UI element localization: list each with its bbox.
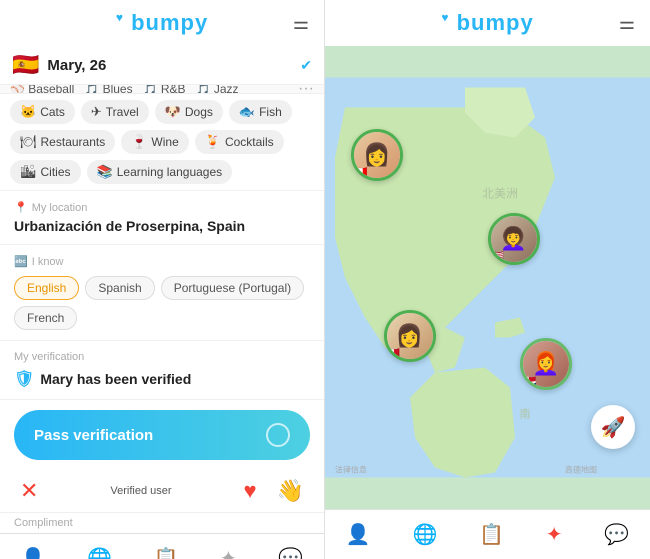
profile-flag: 🇪🇸	[12, 52, 39, 78]
left-header: ♥ bumpy ⚌	[0, 0, 324, 46]
left-logo: ♥ bumpy	[116, 10, 208, 36]
filter-icon[interactable]: ⚌	[293, 13, 309, 34]
map-bubble-dr[interactable]: 👩‍🦰 🇩🇴 💛	[520, 338, 572, 390]
lang-english[interactable]: English	[14, 276, 79, 300]
verification-text: 🛡 Mary has been verified	[14, 369, 310, 389]
compliment-label: Compliment	[0, 513, 324, 533]
verified-check-icon: ✔	[300, 57, 312, 74]
interests-bar: ⚾ Baseball 🎵 Blues 🎵 R&B 🎵 Jazz ···	[0, 85, 324, 94]
svg-text:北美洲: 北美洲	[482, 187, 518, 201]
dislike-button[interactable]: ✕	[20, 478, 38, 504]
map-nav-profile[interactable]: 👤	[336, 518, 381, 551]
verification-section: My verification 🛡 Mary has been verified	[0, 341, 324, 400]
languages-icon: 🔤	[14, 255, 28, 268]
logo-heart: ♥	[116, 11, 124, 25]
svg-text:法律信息: 法律信息	[335, 465, 367, 475]
interest-baseball: ⚾ Baseball	[10, 85, 74, 94]
map-bottom-nav: 👤 🌐 📋 ✦ 💬	[325, 509, 650, 559]
nav-discover[interactable]: ✦	[210, 542, 247, 559]
interest-jazz: 🎵 Jazz	[196, 85, 239, 94]
right-logo-heart: ♥	[441, 11, 449, 25]
location-icon: 📍	[14, 201, 28, 214]
left-bottom-nav: 👤 🌐 📋 ✦ 💬	[0, 533, 324, 559]
pass-verification-button[interactable]: Pass verification	[14, 410, 310, 460]
verification-label: My verification	[14, 351, 310, 363]
nav-profile[interactable]: 👤	[11, 542, 56, 559]
shield-icon: 🛡	[14, 369, 34, 389]
languages-label: 🔤 I know	[14, 255, 310, 268]
map-fab-button[interactable]: 🚀	[591, 405, 635, 449]
interest-blues: 🎵 Blues	[84, 85, 132, 94]
interest-rnb: 🎵 R&B	[143, 85, 186, 94]
nav-messages[interactable]: 💬	[268, 542, 313, 559]
tag-fish[interactable]: 🐟Fish	[229, 100, 292, 124]
lang-portuguese[interactable]: Portuguese (Portugal)	[161, 276, 304, 300]
languages-section: 🔤 I know English Spanish Portuguese (Por…	[0, 245, 324, 341]
profile-bar: 🇪🇸 Mary, 26 ✔	[0, 46, 324, 85]
svg-text:高德地图: 高德地图	[565, 465, 597, 475]
right-logo: ♥ bumpy	[441, 10, 533, 36]
tag-dogs[interactable]: 🐶Dogs	[155, 100, 223, 124]
location-label: 📍 My location	[14, 201, 310, 214]
tag-wine[interactable]: 🍷Wine	[121, 130, 189, 154]
tag-cocktails[interactable]: 🍹Cocktails	[195, 130, 284, 154]
verified-badge-text: Verified user	[58, 485, 223, 497]
profile-name: Mary, 26	[47, 57, 296, 74]
wave-button[interactable]: 👋	[277, 478, 304, 504]
left-panel: ♥ bumpy ⚌ 🇪🇸 Mary, 26 ✔ ⚾ Baseball 🎵 Blu…	[0, 0, 325, 559]
map-nav-explore[interactable]: 🌐	[402, 518, 447, 551]
like-button[interactable]: ♥	[244, 478, 257, 504]
map-nav-messages[interactable]: 💬	[594, 518, 639, 551]
badge-suffix: ser	[156, 485, 171, 497]
tags-section: 🐱Cats ✈Travel 🐶Dogs 🐟Fish 🍽Restaurants 🍷…	[0, 94, 324, 191]
map-bubble-canada[interactable]: 👩 🇨🇦 💛	[351, 129, 403, 181]
nav-cards[interactable]: 📋	[144, 542, 189, 559]
tag-learning-languages[interactable]: 📚Learning languages	[87, 160, 233, 184]
tag-cities[interactable]: 🏙Cities	[10, 160, 81, 184]
location-section: 📍 My location Urbanización de Proserpina…	[0, 191, 324, 245]
map-bubble-mexico[interactable]: 👩 🇲🇽 💛	[384, 310, 436, 362]
map-filter-icon[interactable]: ⚌	[619, 13, 635, 34]
tag-travel[interactable]: ✈Travel	[81, 100, 149, 124]
map-container[interactable]: 北美洲 南 法律信息 高德地图 👩 🇨🇦 💛 👩‍🦱 🇺🇸 ❤ 👩 🇲🇽 💛	[325, 46, 650, 509]
map-bubble-usa[interactable]: 👩‍🦱 🇺🇸 ❤	[488, 213, 540, 265]
lang-french[interactable]: French	[14, 306, 77, 330]
action-bar: ✕ Verified user ♥ 👋	[0, 470, 324, 513]
language-tags: English Spanish Portuguese (Portugal) Fr…	[14, 276, 310, 330]
more-interests-button[interactable]: ···	[298, 85, 314, 94]
right-panel: ♥ bumpy ⚌ 北美洲 南 法律信息 高德地图	[325, 0, 650, 559]
svg-text:南: 南	[520, 408, 531, 421]
lang-spanish[interactable]: Spanish	[85, 276, 154, 300]
tag-cats[interactable]: 🐱Cats	[10, 100, 75, 124]
location-value: Urbanización de Proserpina, Spain	[14, 218, 310, 234]
map-nav-discover[interactable]: ✦	[536, 518, 573, 551]
map-nav-cards[interactable]: 📋	[469, 518, 514, 551]
nav-explore[interactable]: 🌐	[77, 542, 122, 559]
tag-restaurants[interactable]: 🍽Restaurants	[10, 130, 115, 154]
map-header: ♥ bumpy ⚌	[325, 0, 650, 46]
pass-button-circle	[266, 423, 290, 447]
